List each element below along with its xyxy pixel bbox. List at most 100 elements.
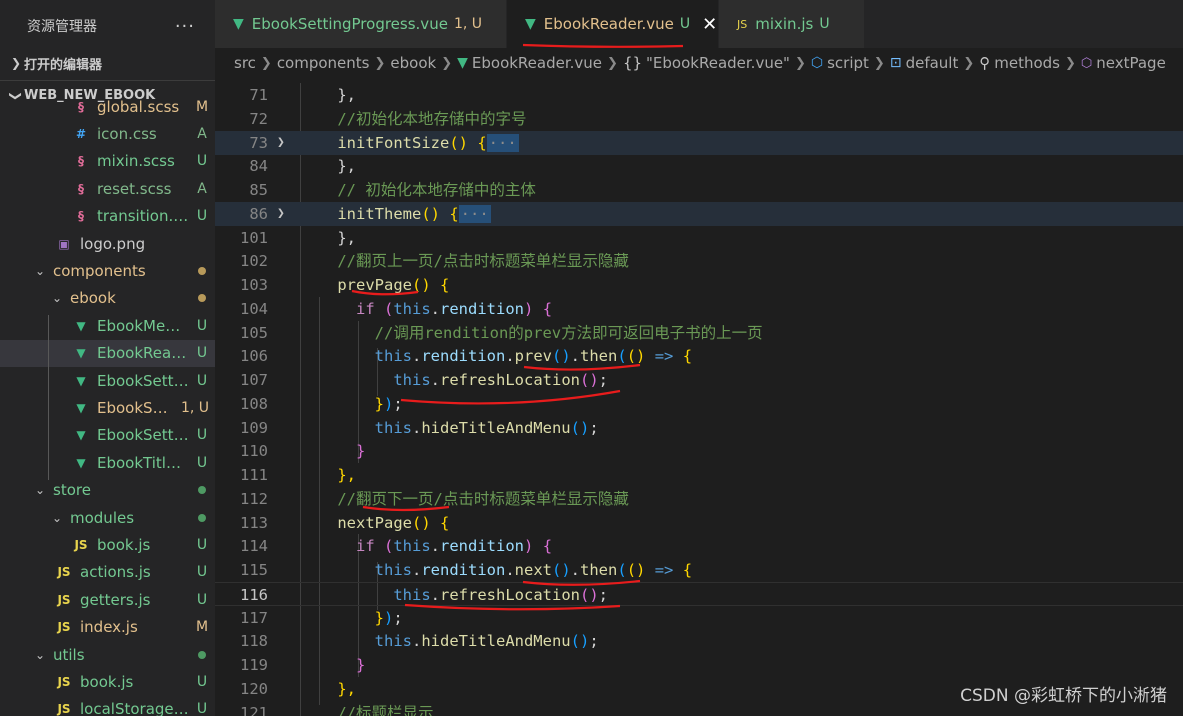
- explorer-sidebar: 资源管理器 ··· ❯ 打开的编辑器 ❯ WEB_NEW_EBOOK § glob…: [0, 0, 215, 716]
- status-badge: M: [195, 98, 209, 115]
- code-line[interactable]: 115 this.rendition.next().then(() => {: [215, 558, 1183, 582]
- code-line[interactable]: 106 this.rendition.prev().then(() => {: [215, 344, 1183, 368]
- tree-item[interactable]: ▣ logo.png: [0, 230, 215, 257]
- code-editor[interactable]: 71 }, 72 //初始化本地存储中的字号 73 ❯ initFontSize() …: [215, 78, 1183, 716]
- line-number: 109: [240, 418, 268, 437]
- code-line[interactable]: 72 //初始化本地存储中的字号: [215, 107, 1183, 131]
- code-line[interactable]: 111 },: [215, 463, 1183, 487]
- code-line[interactable]: 109 this.hideTitleAndMenu();: [215, 416, 1183, 440]
- code-text: //翻页下一页/点击时标题菜单栏显示隐藏: [300, 487, 629, 511]
- code-line[interactable]: 114 if (this.rendition) {: [215, 534, 1183, 558]
- code-line[interactable]: 105 //调用rendition的prev方法即可返回电子书的上一页: [215, 321, 1183, 345]
- tree-item[interactable]: ▼ EbookMenu.... U: [0, 312, 215, 339]
- tree-item[interactable]: ⌄ components: [0, 257, 215, 284]
- code-line[interactable]: 86 ❯ initTheme() {···: [215, 201, 1183, 226]
- line-number: 85: [249, 181, 268, 199]
- breadcrumb-item[interactable]: components: [277, 54, 370, 72]
- tree-item[interactable]: ▼ EbookSetti... 1, U: [0, 394, 215, 421]
- tree-item[interactable]: § transition.scss U: [0, 203, 215, 230]
- tab-ebookreader-vue[interactable]: ▼ EbookReader.vue U ✕: [507, 0, 719, 48]
- code-line[interactable]: 117 });: [215, 606, 1183, 630]
- code-line[interactable]: 103 prevPage() {: [215, 273, 1183, 297]
- breadcrumb-item[interactable]: EbookReader.vue: [472, 54, 602, 72]
- editor-tab-bar: ▼ EbookSettingProgress.vue 1, U ▼ EbookReade…: [215, 0, 1183, 48]
- tab-mixin-js[interactable]: JS mixin.js U: [719, 0, 865, 48]
- code-token: if: [356, 537, 375, 556]
- code-line[interactable]: 85 // 初始化本地存储中的主体: [215, 178, 1183, 202]
- fold-chevron-icon[interactable]: ❯: [277, 202, 285, 226]
- code-token: (): [552, 347, 571, 366]
- breadcrumb-item[interactable]: methods: [994, 54, 1060, 72]
- tree-item[interactable]: § reset.scss A: [0, 175, 215, 202]
- line-number: 103: [240, 276, 268, 294]
- chevron-right-icon: ❯: [441, 55, 453, 71]
- tree-item[interactable]: ⌄ ebook: [0, 285, 215, 312]
- tree-item[interactable]: JS book.js U: [0, 668, 215, 695]
- chevron-right-icon: ❯: [374, 55, 386, 71]
- code-line[interactable]: 112 //翻页下一页/点击时标题菜单栏显示隐藏: [215, 487, 1183, 511]
- breadcrumb-item[interactable]: script: [827, 54, 869, 72]
- code-token: ···: [458, 204, 491, 223]
- tree-item[interactable]: ▼ EbookReade... U: [0, 339, 215, 367]
- tree-item[interactable]: ▼ EbookSettin... U: [0, 422, 215, 449]
- close-icon[interactable]: ✕: [702, 14, 717, 35]
- breadcrumb-item[interactable]: "EbookReader.vue": [646, 54, 790, 72]
- tree-item[interactable]: JS actions.js U: [0, 559, 215, 586]
- code-line[interactable]: 107 this.refreshLocation();: [215, 368, 1183, 392]
- tree-item[interactable]: § mixin.scss U: [0, 148, 215, 175]
- tree-item[interactable]: JS index.js M: [0, 614, 215, 641]
- more-actions-icon[interactable]: ···: [175, 16, 195, 37]
- breadcrumb-item[interactable]: nextPage: [1096, 54, 1166, 72]
- code-token: (): [570, 418, 590, 437]
- code-line[interactable]: 118 this.hideTitleAndMenu();: [215, 629, 1183, 653]
- tab-label: EbookSettingProgress.vue: [251, 15, 448, 33]
- tree-item[interactable]: ▼ EbookSettin... U: [0, 367, 215, 394]
- code-text: },: [300, 154, 356, 178]
- status-badge: A: [197, 180, 207, 197]
- tree-item[interactable]: # icon.css A: [0, 120, 215, 147]
- code-line[interactable]: 119 }: [215, 653, 1183, 677]
- tree-item-label: EbookReade...: [97, 344, 189, 363]
- open-editors-section[interactable]: ❯ 打开的编辑器: [0, 52, 215, 74]
- code-line[interactable]: 116 this.refreshLocation();: [215, 581, 1183, 606]
- fold-chevron-icon[interactable]: ❯: [277, 131, 285, 155]
- tree-item[interactable]: JS getters.js U: [0, 586, 215, 613]
- breadcrumb-item[interactable]: ebook: [390, 54, 436, 72]
- code-line[interactable]: 102 //翻页上一页/点击时标题菜单栏显示隐藏: [215, 249, 1183, 273]
- code-line[interactable]: 84 },: [215, 154, 1183, 178]
- code-token: then: [580, 561, 618, 579]
- code-text: }: [300, 439, 365, 463]
- breadcrumb-item[interactable]: src: [234, 54, 256, 72]
- tree-item[interactable]: ⌄ store: [0, 477, 215, 504]
- code-line[interactable]: 108 });: [215, 392, 1183, 416]
- code-line[interactable]: 101 },: [215, 226, 1183, 250]
- line-number: 113: [240, 513, 268, 532]
- code-line[interactable]: 73 ❯ initFontSize() {···: [215, 130, 1183, 155]
- vue-icon: ▼: [457, 55, 468, 71]
- status-badge: U: [196, 427, 208, 444]
- code-token: =>: [645, 347, 683, 366]
- vue-icon: ▼: [525, 16, 536, 32]
- tree-item[interactable]: JS localStorage.js U: [0, 696, 215, 716]
- code-token: //标题栏显示: [337, 703, 434, 716]
- code-token: (): [449, 133, 468, 152]
- status-badge: U: [196, 591, 208, 608]
- status-badge: U: [196, 536, 208, 553]
- tree-item[interactable]: JS book.js U: [0, 531, 215, 558]
- breadcrumb-item[interactable]: default: [906, 54, 959, 72]
- js-file-icon: JS: [737, 17, 748, 31]
- tab-ebooksettingprogress-vue[interactable]: ▼ EbookSettingProgress.vue 1, U: [215, 0, 507, 48]
- tree-item[interactable]: § global.scss M: [0, 93, 215, 120]
- tree-item[interactable]: ▼ EbookTitle.v... U: [0, 449, 215, 476]
- tree-item[interactable]: ⌄ utils: [0, 641, 215, 668]
- code-line[interactable]: 110 }: [215, 439, 1183, 463]
- code-line[interactable]: 113 nextPage() {: [215, 511, 1183, 535]
- code-line[interactable]: 104 if (this.rendition) {: [215, 297, 1183, 321]
- code-line[interactable]: 71 },: [215, 83, 1183, 107]
- tree-item[interactable]: ⌄ modules: [0, 504, 215, 531]
